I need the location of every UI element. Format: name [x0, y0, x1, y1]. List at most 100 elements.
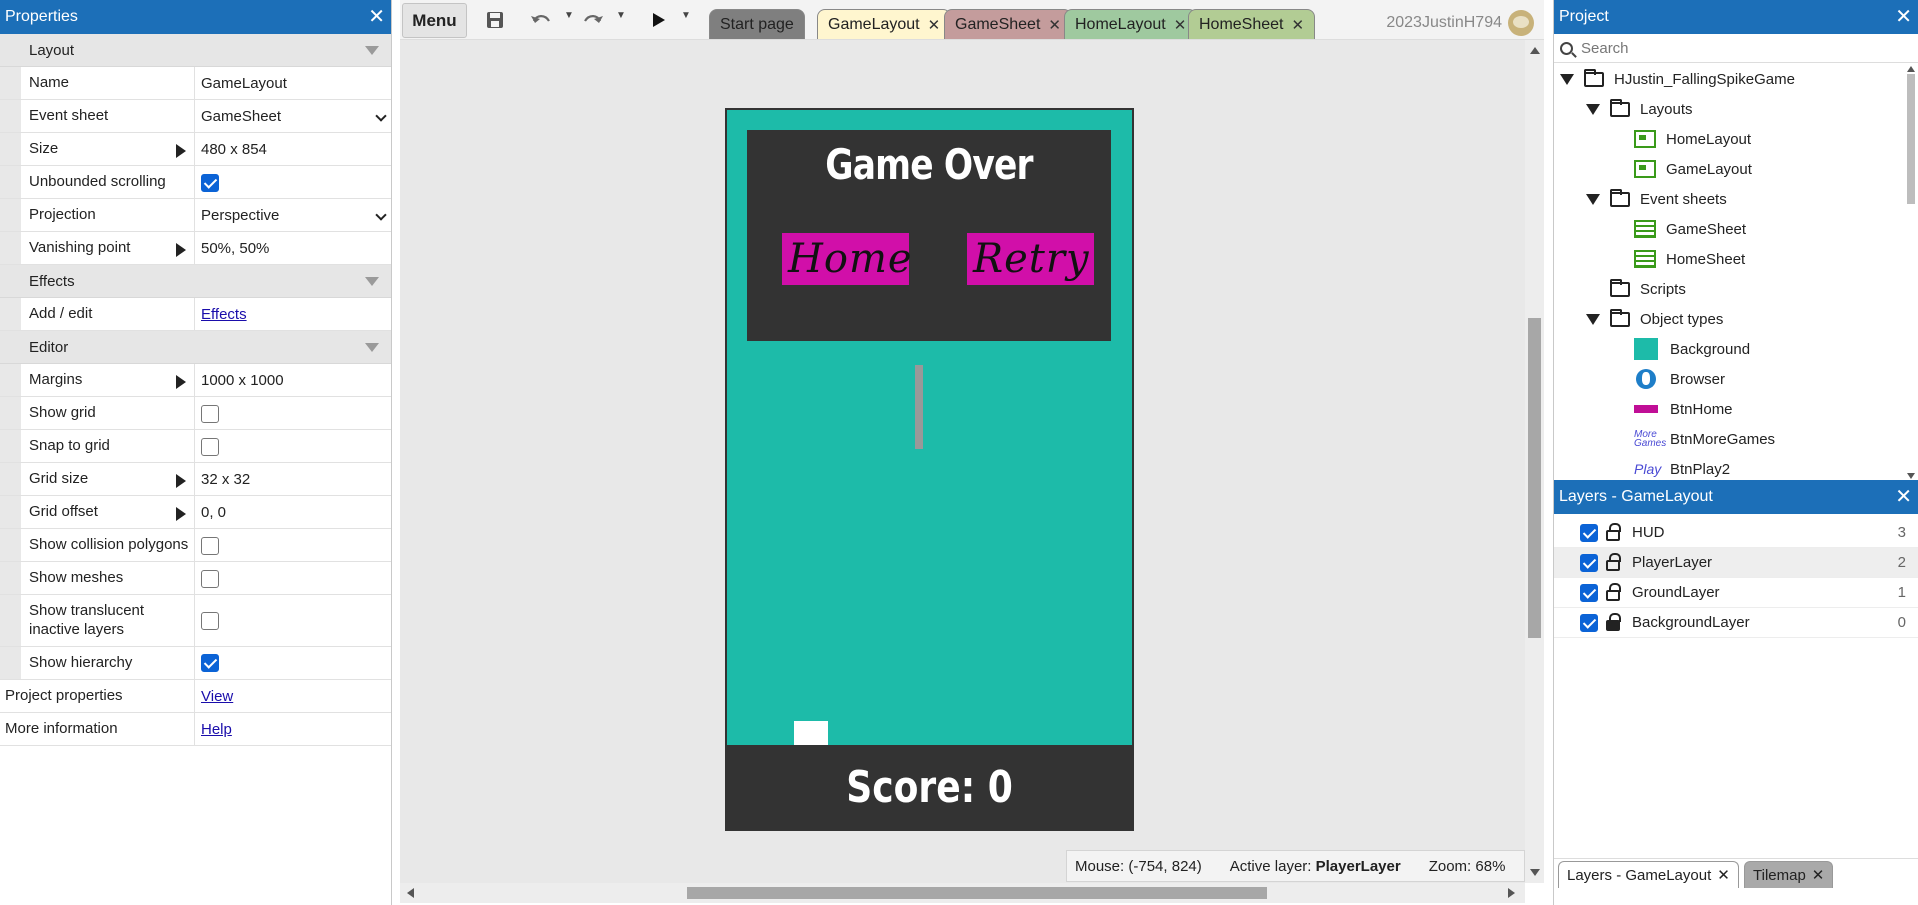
tree-item-btnmoregames[interactable]: More Games BtnMoreGames — [1634, 424, 1775, 454]
tree-scrollbar[interactable] — [1904, 64, 1918, 481]
tab-layers[interactable]: Layers - GameLayout ✕ — [1558, 861, 1739, 888]
help-link[interactable]: Help — [201, 721, 232, 738]
size-value[interactable]: 480 x 854 — [195, 133, 391, 165]
section-effects[interactable]: Effects — [0, 265, 391, 298]
tree-folder-object-types[interactable]: Object types — [1586, 304, 1723, 334]
close-icon[interactable]: ✕ — [368, 7, 385, 27]
view-link[interactable]: View — [201, 688, 233, 705]
undo-dropdown-icon[interactable]: ▼ — [564, 10, 574, 21]
tab-homesheet[interactable]: HomeSheet ✕ — [1188, 9, 1316, 39]
score-bar[interactable]: Score: 0 — [727, 745, 1132, 829]
grid-offset-value[interactable]: 0, 0 — [195, 496, 391, 528]
collapse-icon[interactable] — [365, 277, 379, 286]
horizontal-scrollbar[interactable] — [400, 883, 1525, 903]
snap-to-grid-checkbox[interactable] — [201, 437, 219, 456]
layer-row-groundlayer[interactable]: GroundLayer 1 — [1554, 578, 1918, 608]
expand-arrow-icon[interactable] — [176, 243, 186, 257]
scroll-down-icon[interactable] — [1530, 869, 1540, 876]
undo-icon[interactable] — [528, 6, 554, 34]
close-tab-icon[interactable]: ✕ — [1292, 16, 1305, 34]
show-grid-checkbox[interactable] — [201, 404, 219, 423]
tree-item-homesheet[interactable]: HomeSheet — [1634, 244, 1745, 274]
unlock-icon[interactable] — [1606, 583, 1621, 601]
grid-size-value[interactable]: 32 x 32 — [195, 463, 391, 495]
play-icon[interactable] — [648, 6, 670, 34]
save-icon[interactable] — [482, 6, 508, 34]
redo-dropdown-icon[interactable]: ▼ — [616, 10, 626, 21]
tree-folder-layouts[interactable]: Layouts — [1586, 94, 1693, 124]
scroll-thumb[interactable] — [1528, 318, 1541, 638]
collapse-icon[interactable] — [365, 343, 379, 352]
play-dropdown-icon[interactable]: ▼ — [681, 10, 691, 21]
layer-visible-checkbox[interactable] — [1580, 553, 1598, 572]
layer-row-hud[interactable]: HUD 3 — [1554, 518, 1918, 548]
close-icon[interactable]: ✕ — [1895, 7, 1912, 27]
tab-start-page[interactable]: Start page — [709, 9, 805, 39]
effects-link[interactable]: Effects — [201, 306, 247, 323]
scroll-up-icon[interactable] — [1530, 47, 1540, 54]
retry-button-sprite[interactable]: Retry — [967, 233, 1094, 285]
close-tab-icon[interactable]: ✕ — [1717, 866, 1730, 884]
tree-item-homelayout[interactable]: HomeLayout — [1634, 124, 1751, 154]
layer-visible-checkbox[interactable] — [1580, 583, 1598, 602]
avatar[interactable] — [1508, 10, 1534, 36]
layer-row-backgroundlayer[interactable]: BackgroundLayer 0 — [1554, 608, 1918, 638]
user-account[interactable]: 2023JustinH794 — [1386, 10, 1534, 36]
expand-arrow-icon[interactable] — [1560, 73, 1574, 85]
tree-folder-scripts[interactable]: Scripts — [1610, 274, 1686, 304]
scroll-thumb[interactable] — [1907, 74, 1915, 204]
section-layout[interactable]: Layout — [0, 34, 391, 67]
spike-sprite[interactable] — [915, 365, 923, 449]
close-icon[interactable]: ✕ — [1895, 487, 1912, 507]
menu-button[interactable]: Menu — [402, 3, 467, 38]
expand-arrow-icon[interactable] — [1586, 193, 1600, 205]
home-button-sprite[interactable]: Home — [782, 233, 912, 285]
margins-value[interactable]: 1000 x 1000 — [195, 364, 391, 396]
expand-arrow-icon[interactable] — [1586, 313, 1600, 325]
show-meshes-checkbox[interactable] — [201, 569, 219, 588]
tree-item-btnplay2[interactable]: Play BtnPlay2 — [1634, 454, 1730, 480]
layer-row-playerlayer[interactable]: PlayerLayer 2 — [1554, 548, 1918, 578]
unbounded-scrolling-checkbox[interactable] — [201, 173, 219, 192]
close-tab-icon[interactable]: ✕ — [1048, 16, 1061, 34]
tree-folder-event-sheets[interactable]: Event sheets — [1586, 184, 1727, 214]
expand-arrow-icon[interactable] — [1586, 103, 1600, 115]
tree-item-browser[interactable]: Browser — [1634, 364, 1725, 394]
scroll-left-icon[interactable] — [407, 888, 414, 898]
collapse-icon[interactable] — [365, 46, 379, 55]
show-hierarchy-checkbox[interactable] — [201, 654, 219, 672]
unlock-icon[interactable] — [1606, 523, 1621, 541]
scroll-up-icon[interactable] — [1907, 66, 1915, 72]
projection-select[interactable]: Perspective — [195, 199, 391, 231]
game-over-panel[interactable]: Game Over Home Retry — [747, 130, 1111, 341]
tree-item-background[interactable]: Background — [1634, 334, 1750, 364]
show-translucent-checkbox[interactable] — [201, 611, 219, 630]
tree-item-btnhome[interactable]: BtnHome — [1634, 394, 1733, 424]
tree-root[interactable]: HJustin_FallingSpikeGame — [1560, 64, 1795, 94]
vanishing-point-value[interactable]: 50%, 50% — [195, 232, 391, 264]
scroll-thumb[interactable] — [687, 887, 1267, 899]
close-tab-icon[interactable]: ✕ — [928, 16, 941, 34]
lock-icon[interactable] — [1606, 613, 1621, 631]
expand-arrow-icon[interactable] — [176, 474, 186, 488]
layer-visible-checkbox[interactable] — [1580, 613, 1598, 632]
redo-icon[interactable] — [580, 6, 606, 34]
tab-gamesheet[interactable]: GameSheet ✕ — [944, 9, 1072, 39]
game-over-title[interactable]: Game Over — [780, 140, 1078, 189]
close-tab-icon[interactable]: ✕ — [1174, 16, 1187, 34]
event-sheet-select[interactable]: GameSheet — [195, 100, 391, 132]
section-editor[interactable]: Editor — [0, 331, 391, 364]
prop-name-input[interactable]: GameLayout — [195, 67, 391, 99]
tree-item-gamelayout[interactable]: GameLayout — [1634, 154, 1752, 184]
unlock-icon[interactable] — [1606, 553, 1621, 571]
scroll-down-icon[interactable] — [1907, 473, 1915, 479]
layer-visible-checkbox[interactable] — [1580, 523, 1598, 542]
close-tab-icon[interactable]: ✕ — [1812, 866, 1825, 884]
tab-tilemap[interactable]: Tilemap ✕ — [1744, 861, 1834, 888]
tree-item-gamesheet[interactable]: GameSheet — [1634, 214, 1746, 244]
expand-arrow-icon[interactable] — [176, 507, 186, 521]
tab-homelayout[interactable]: HomeLayout ✕ — [1064, 9, 1198, 39]
vertical-scrollbar[interactable] — [1525, 40, 1544, 883]
tab-gamelayout[interactable]: GameLayout ✕ — [817, 9, 952, 39]
scroll-right-icon[interactable] — [1508, 888, 1515, 898]
